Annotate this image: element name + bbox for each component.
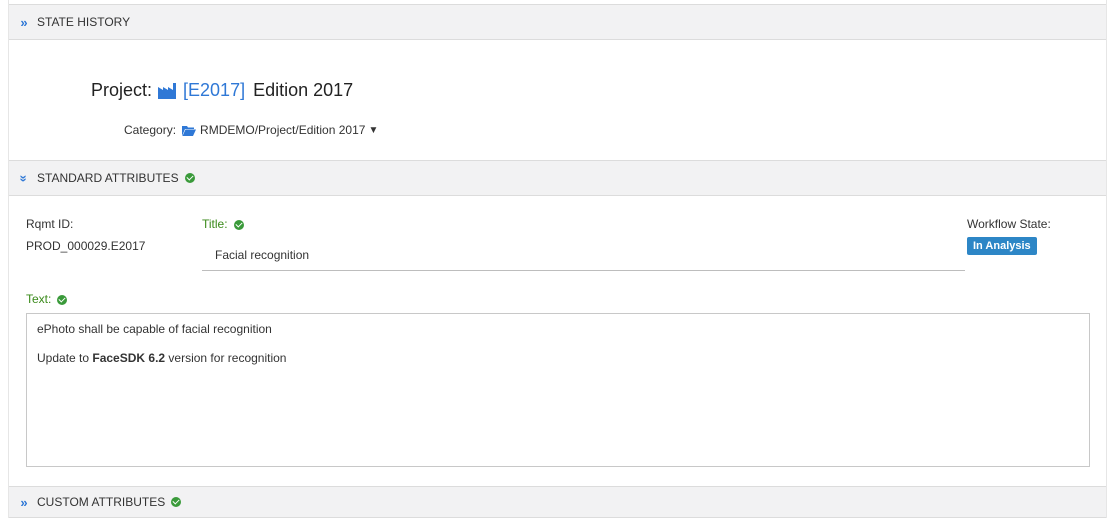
rqmt-id-label: Rqmt ID: [26,217,74,231]
section-custom-attributes-label: CUSTOM ATTRIBUTES [37,495,166,509]
text-line-1: ePhoto shall be capable of facial recogn… [37,322,272,336]
workflow-state-label: Workflow State: [967,217,1051,231]
category-path[interactable]: RMDEMO/Project/Edition 2017 [200,123,365,137]
category-label: Category: [124,123,177,137]
text-line-2-bold: FaceSDK 6.2 [92,351,166,365]
text-label-text: Text: [26,292,52,306]
title-input[interactable]: Facial recognition [202,237,965,271]
project-line: Project: [E2017] Edition 2017 [91,80,353,101]
caret-down-icon[interactable]: ▼ [368,125,378,136]
text-line-2-suffix: version for recognition [165,351,287,365]
project-name: Edition 2017 [253,80,354,100]
section-state-history-label: STATE HISTORY [37,15,131,29]
valid-check-icon [171,497,182,507]
double-chevron-right-icon: » [20,494,28,510]
folder-open-icon [182,125,197,136]
section-custom-attributes[interactable]: » CUSTOM ATTRIBUTES [9,486,1106,518]
section-state-history[interactable]: » STATE HISTORY [9,4,1106,40]
section-standard-attributes[interactable]: » STANDARD ATTRIBUTES [9,160,1106,196]
valid-check-icon [184,173,195,183]
project-code-link[interactable]: [E2017] [183,80,245,101]
factory-icon [158,82,177,99]
title-label: Title: [202,217,244,231]
double-chevron-right-icon: » [20,14,28,30]
text-line-2: Update to FaceSDK 6.2 version for recogn… [37,351,1079,365]
text-editor[interactable]: ePhoto shall be capable of facial recogn… [26,313,1090,467]
rqmt-id-value: PROD_000029.E2017 [26,239,146,253]
double-chevron-down-icon: » [16,174,32,182]
valid-check-icon [57,294,68,305]
requirement-form: » STATE HISTORY Project: [E2017] Edition… [8,0,1107,518]
section-standard-attributes-label: STANDARD ATTRIBUTES [37,171,179,185]
text-line-2-prefix: Update to [37,351,93,365]
project-prefix: Project: [91,80,153,100]
category-line: Category: RMDEMO/Project/Edition 2017 ▼ [124,123,378,137]
workflow-state-badge[interactable]: In Analysis [967,237,1037,255]
text-label: Text: [26,292,68,306]
title-label-text: Title: [202,217,228,231]
valid-check-icon [233,219,244,230]
